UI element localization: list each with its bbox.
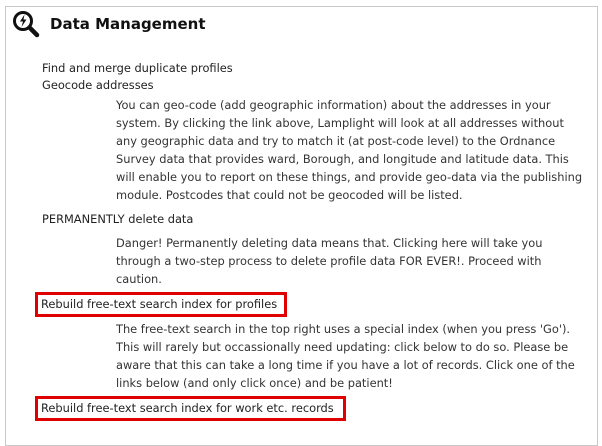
find-merge-duplicates-link[interactable]: Find and merge duplicate profiles [42, 59, 233, 77]
page-title: Data Management [50, 15, 206, 33]
permanently-delete-link[interactable]: PERMANENTLY delete data [42, 210, 193, 228]
rebuild-index-description: The free-text search in the top right us… [116, 322, 575, 390]
delete-description: Danger! Permanently deleting data means … [116, 236, 543, 286]
rebuild-index-work-records-link[interactable]: Rebuild free-text search index for work … [41, 399, 334, 417]
geocode-addresses-link[interactable]: Geocode addresses [42, 76, 154, 94]
rebuild-index-profiles-link[interactable]: Rebuild free-text search index for profi… [41, 295, 277, 313]
geocode-description: You can geo-code (add geographic informa… [116, 98, 583, 202]
panel-header: Data Management [12, 10, 206, 38]
magnifier-bolt-icon [13, 11, 40, 38]
